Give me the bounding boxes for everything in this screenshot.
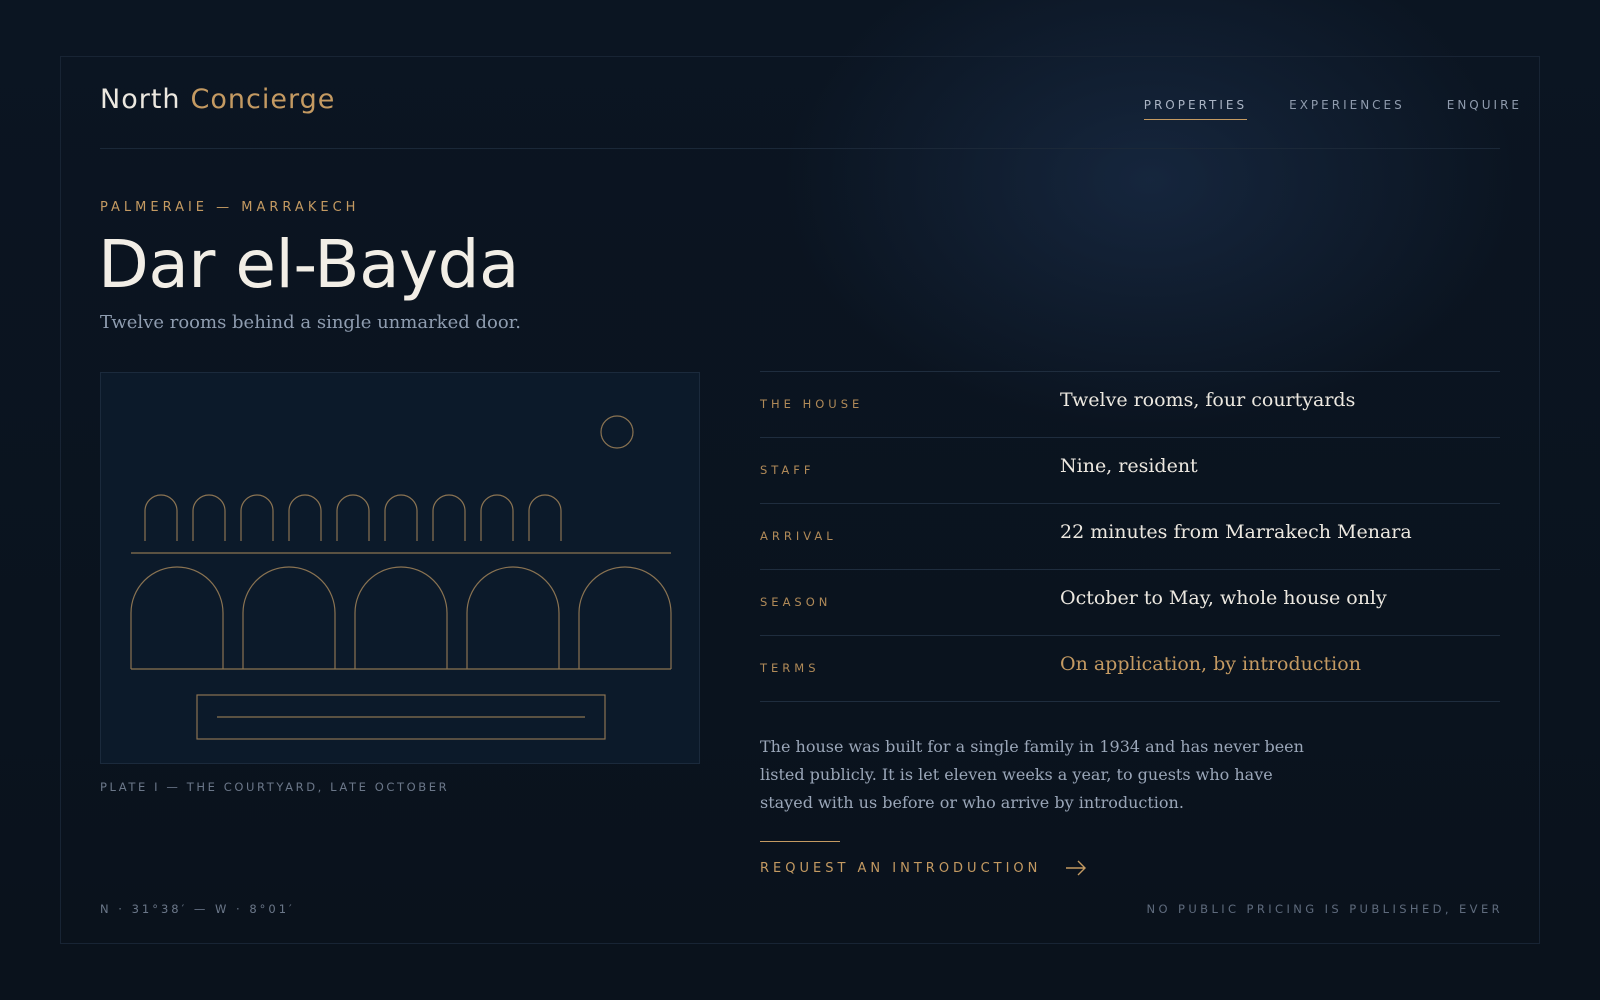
brand-logo[interactable]: North Concierge [100, 84, 335, 115]
large-arch [578, 566, 672, 669]
detail-row-season: SEASON October to May, whole house only [760, 570, 1500, 636]
detail-row-terms: TERMS On application, by introduction [760, 636, 1500, 702]
small-arch [336, 494, 370, 541]
pricing-note: NO PUBLIC PRICING IS PUBLISHED, EVER [1146, 902, 1503, 916]
nav-item-experiences[interactable]: EXPERIENCES [1289, 98, 1405, 120]
property-subtitle: Twelve rooms behind a single unmarked do… [100, 312, 522, 333]
small-arch [480, 494, 514, 541]
detail-value: Nine, resident [1060, 455, 1198, 477]
property-title: Dar el-Bayda [98, 226, 519, 303]
small-arch [432, 494, 466, 541]
moon-circle [600, 415, 634, 449]
detail-label: STAFF [760, 463, 815, 477]
detail-value: October to May, whole house only [1060, 587, 1387, 609]
detail-row-staff: STAFF Nine, resident [760, 438, 1500, 504]
brand-name: North [100, 84, 181, 115]
coordinates: N · 31°38′ — W · 8°01′ [100, 902, 295, 916]
lower-arcade [130, 566, 672, 669]
large-arch [354, 566, 448, 669]
detail-label: THE HOUSE [760, 397, 864, 411]
large-arch [466, 566, 560, 669]
small-arch [288, 494, 322, 541]
cta-label: REQUEST AN INTRODUCTION [760, 860, 1042, 876]
detail-value: 22 minutes from Marrakech Menara [1060, 521, 1412, 543]
detail-row-house: THE HOUSE Twelve rooms, four courtyards [760, 372, 1500, 438]
arrow-right-icon [1066, 860, 1087, 876]
nav-item-properties[interactable]: PROPERTIES [1143, 98, 1248, 120]
site-header: North Concierge PROPERTIES EXPERIENCES EN… [100, 80, 1519, 149]
main-nav: PROPERTIES EXPERIENCES ENQUIRE [1143, 98, 1522, 120]
courtyard-drawing [130, 415, 672, 740]
small-arch [192, 494, 226, 541]
detail-label: TERMS [760, 661, 820, 675]
cta-divider [760, 841, 840, 842]
plate-caption: PLATE I — THE COURTYARD, LATE OCTOBER [100, 780, 450, 794]
detail-row-arrival: ARRIVAL 22 minutes from Marrakech Menara [760, 504, 1500, 570]
location-eyebrow: PALMERAIE — MARRAKECH [100, 200, 360, 215]
small-arch [240, 494, 274, 541]
large-arch [130, 566, 224, 669]
detail-value: Twelve rooms, four courtyards [1060, 389, 1356, 411]
small-arch [384, 494, 418, 541]
small-arch [144, 494, 178, 541]
detail-label: SEASON [760, 595, 832, 609]
detail-value: On application, by introduction [1060, 653, 1361, 675]
property-description: The house was built for a single family … [760, 737, 1304, 812]
upper-arcade [144, 494, 562, 541]
courtyard-illustration [100, 372, 700, 764]
nav-item-enquire[interactable]: ENQUIRE [1447, 98, 1522, 120]
brand-accent: Concierge [190, 84, 336, 115]
large-arch [242, 566, 336, 669]
small-arch [528, 494, 562, 541]
request-introduction-button[interactable]: REQUEST AN INTRODUCTION [760, 860, 1087, 876]
property-details: THE HOUSE Twelve rooms, four courtyards … [760, 371, 1500, 702]
detail-label: ARRIVAL [760, 529, 837, 543]
